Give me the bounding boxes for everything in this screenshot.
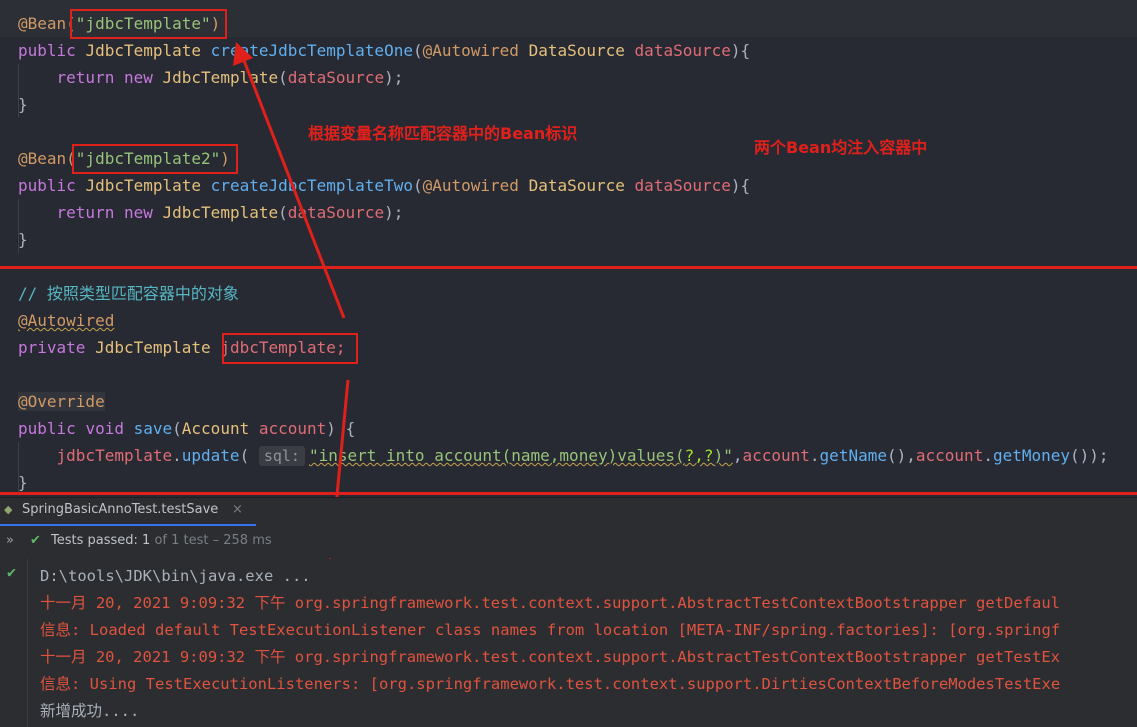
run-test-icon: ◆	[4, 503, 13, 516]
tests-passed-label: Tests passed:	[51, 533, 143, 548]
double-chevron-icon[interactable]: »	[6, 526, 14, 556]
console-line: 信息: Loaded default TestExecutionListener…	[40, 621, 1061, 639]
tests-total: of 1 test – 258 ms	[150, 533, 272, 548]
tab-label: SpringBasicAnnoTest.testSave	[22, 502, 219, 517]
test-status-bar: » ✔ Tests passed: 1 of 1 test – 258 ms	[0, 526, 1137, 558]
arrow-head-up	[233, 42, 253, 66]
console-gutter: ✔	[0, 559, 28, 727]
close-icon[interactable]: ×	[232, 498, 243, 522]
run-tab-bar: ◆ SpringBasicAnnoTest.testSave ×	[0, 497, 1137, 527]
checkmark-icon: ✔	[7, 563, 17, 581]
console-line: 十一月 20, 2021 9:09:32 下午 org.springframew…	[40, 594, 1061, 612]
checkmark-icon: ✔	[30, 533, 41, 548]
console-output[interactable]: ✔ D:\tools\JDK\bin\java.exe ... 十一月 20, …	[0, 559, 1137, 727]
test-summary: Tests passed: 1 of 1 test – 258 ms	[51, 526, 272, 556]
console-line: 新增成功....	[40, 702, 140, 720]
console-line: 信息: Using TestExecutionListeners: [org.s…	[40, 675, 1061, 693]
tab-test-run[interactable]: ◆ SpringBasicAnnoTest.testSave ×	[0, 498, 256, 527]
console-line: 十一月 20, 2021 9:09:32 下午 org.springframew…	[40, 648, 1061, 666]
arrow-line-up	[241, 57, 346, 319]
console-line: D:\tools\JDK\bin\java.exe ...	[40, 567, 311, 585]
